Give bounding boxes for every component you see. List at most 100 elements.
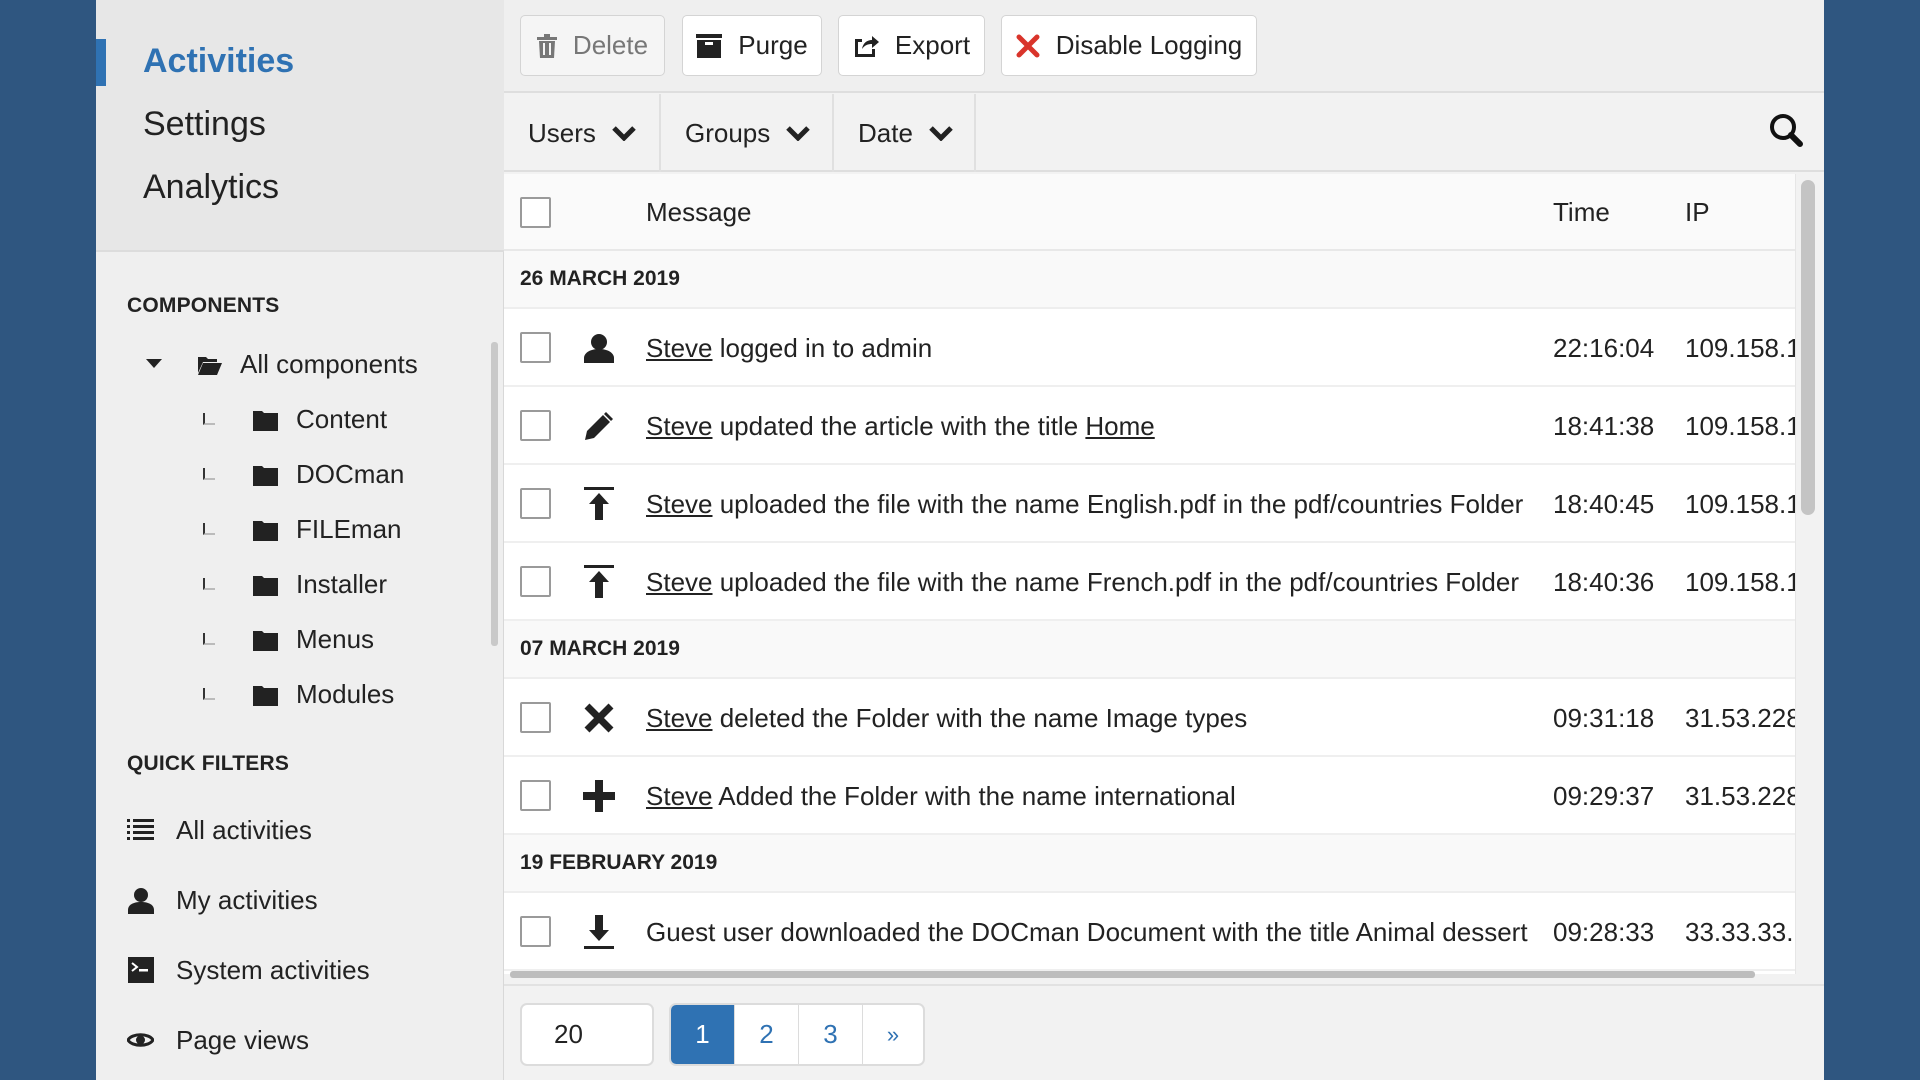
search-button[interactable] [1766, 112, 1806, 152]
close-x-icon [1016, 34, 1040, 58]
user-icon [582, 331, 616, 365]
export-label: Export [894, 30, 971, 60]
sidebar-scrollbar[interactable] [491, 342, 498, 646]
actor-link[interactable]: Steve [646, 333, 713, 364]
row-checkbox[interactable] [520, 332, 551, 363]
message-text: updated the article with the title [712, 410, 1086, 441]
select-all-checkbox[interactable] [520, 197, 551, 228]
next-page-button[interactable]: » [863, 1005, 923, 1064]
tree-item-fileman[interactable]: FILEman [253, 509, 402, 549]
column-header-message[interactable]: Message [646, 174, 752, 251]
eye-icon [127, 1027, 154, 1054]
row-checkbox[interactable] [520, 780, 551, 811]
row-checkbox[interactable] [520, 916, 551, 947]
date-filter-dropdown[interactable]: Date [834, 94, 976, 172]
message-text: Guest user downloaded the DOCman Documen… [646, 916, 1528, 947]
folder-icon [253, 464, 278, 486]
activity-ip: 31.53.228 [1685, 780, 1796, 811]
plus-icon [582, 779, 616, 813]
quick-filter-my-activities[interactable]: My activities [127, 878, 318, 922]
activity-ip: 33.33.33.1 [1685, 916, 1796, 947]
tree-item-label: Content [296, 403, 388, 434]
tree-branch-line [203, 523, 215, 535]
tree-branch-line [203, 468, 215, 480]
disable-logging-label: Disable Logging [1055, 30, 1243, 60]
tree-item-label: All components [240, 348, 418, 379]
groups-filter-label: Groups [685, 117, 771, 148]
nav-settings[interactable]: Settings [143, 105, 266, 144]
title-link[interactable]: Home [1085, 411, 1154, 442]
purge-label: Purge [738, 30, 808, 60]
tree-item-menus[interactable]: Menus [253, 619, 374, 659]
actor-link[interactable]: Steve [646, 781, 713, 812]
page-size-value: 20 [554, 1019, 583, 1049]
search-icon [1769, 113, 1803, 152]
export-button[interactable]: Export [838, 15, 985, 76]
delete-button[interactable]: Delete [520, 15, 665, 76]
column-header-time[interactable]: Time [1553, 174, 1610, 251]
disable-logging-button[interactable]: Disable Logging [1001, 15, 1257, 76]
activity-message: Guest user downloaded the DOCman Documen… [646, 893, 1528, 971]
tree-item-content[interactable]: Content [253, 399, 387, 439]
table-row[interactable]: Steve deleted the Folder with the name I… [504, 679, 1795, 757]
table-row[interactable]: Guest user downloaded the DOCman Documen… [504, 893, 1796, 971]
table-row[interactable]: Steve logged in to admin 22:16:04 109.158.… [504, 309, 1795, 387]
folder-icon [253, 629, 278, 651]
activity-message: Steve Added the Folder with the name int… [646, 757, 1236, 835]
trash-icon [536, 33, 557, 58]
tree-branch-line [203, 633, 215, 645]
tree-item-label: FILEman [296, 513, 402, 544]
actor-link[interactable]: Steve [646, 489, 713, 520]
delete-x-icon [582, 701, 616, 735]
users-filter-dropdown[interactable]: Users [504, 94, 661, 172]
activity-message: Steve uploaded the file with the name En… [646, 465, 1523, 543]
tree-item-modules[interactable]: Modules [253, 674, 394, 714]
activity-time: 22:16:04 [1553, 332, 1655, 363]
actor-link[interactable]: Steve [646, 703, 713, 734]
tree-item-all-components[interactable]: All components [197, 344, 418, 384]
actor-link[interactable]: Steve [646, 567, 713, 598]
nav-activities[interactable]: Activities [143, 42, 294, 81]
tree-branch-line [203, 688, 215, 700]
message-text: logged in to admin [712, 332, 933, 363]
main-panel: Delete Purge Export Disable Logging User… [504, 0, 1824, 1080]
activities-table: Message Time IP 26 MARCH 2019 Steve logge… [504, 174, 1796, 974]
row-checkbox[interactable] [520, 702, 551, 733]
quick-filter-all-activities[interactable]: All activities [127, 808, 312, 852]
row-checkbox[interactable] [520, 410, 551, 441]
table-vertical-scrollbar[interactable] [1801, 180, 1815, 515]
actor-link[interactable]: Steve [646, 411, 713, 442]
chevron-down-icon [929, 125, 953, 141]
page-2-button[interactable]: 2 [735, 1005, 799, 1064]
column-header-ip[interactable]: IP [1685, 174, 1710, 251]
table-row[interactable]: Steve uploaded the file with the name En… [504, 465, 1795, 543]
quick-filter-system-activities[interactable]: System activities [127, 948, 370, 992]
tree-item-docman[interactable]: DOCman [253, 454, 404, 494]
nav-analytics[interactable]: Analytics [143, 168, 279, 207]
row-checkbox[interactable] [520, 566, 551, 597]
activity-time: 18:41:38 [1553, 410, 1655, 441]
quick-filter-page-views[interactable]: Page views [127, 1018, 309, 1062]
date-group-header: 19 FEBRUARY 2019 [504, 835, 1795, 893]
row-checkbox[interactable] [520, 488, 551, 519]
purge-button[interactable]: Purge [682, 15, 822, 76]
upload-icon [582, 487, 616, 521]
page-1-button[interactable]: 1 [671, 1005, 735, 1064]
table-row[interactable]: Steve updated the article with the title… [504, 387, 1795, 465]
table-horizontal-scrollbar[interactable] [510, 971, 1755, 978]
sidebar-nav: Activities Settings Analytics [96, 0, 504, 252]
pagination: 1 2 3 » [669, 1003, 925, 1066]
delete-label: Delete [572, 30, 649, 60]
tree-branch-line [203, 413, 215, 425]
table-row[interactable]: Steve Added the Folder with the name int… [504, 757, 1796, 835]
tree-item-installer[interactable]: Installer [253, 564, 387, 604]
table-row[interactable]: Steve uploaded the file with the name Fr… [504, 543, 1795, 621]
page-3-button[interactable]: 3 [799, 1005, 863, 1064]
list-icon [127, 817, 154, 844]
groups-filter-dropdown[interactable]: Groups [661, 94, 834, 172]
tree-collapse-caret-icon[interactable] [146, 359, 162, 368]
tree-branch-line [203, 578, 215, 590]
page-size-select[interactable]: 20 [520, 1003, 654, 1066]
quick-filter-label: All activities [176, 814, 312, 845]
date-filter-label: Date [858, 117, 913, 148]
